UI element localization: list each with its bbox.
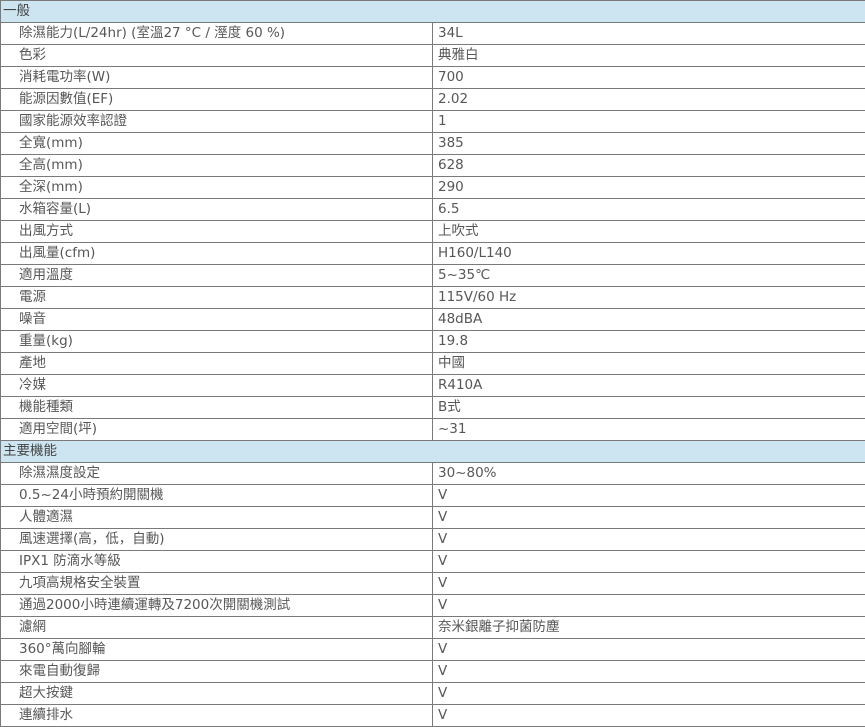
spec-label: 噪音 — [0, 308, 433, 331]
spec-value: R410A — [432, 374, 865, 397]
spec-table: 一般 除濕能力(L/24hr) (室溫27 °C / 溼度 60 %) 34L 色彩典… — [0, 0, 865, 727]
spec-label: 能源因數值(EF) — [0, 88, 433, 111]
spec-label: 連續排水 — [0, 704, 433, 727]
spec-row: 360°萬向腳輪 V — [0, 638, 865, 661]
spec-row: 產地 中國 — [0, 352, 865, 375]
spec-value: 6.5 — [432, 198, 865, 221]
spec-label: 機能種類 — [0, 396, 433, 419]
spec-value: 典雅白 — [432, 44, 865, 67]
spec-row: 濾網 奈米銀離子抑菌防塵 — [0, 616, 865, 639]
spec-row: 色彩 典雅白 — [0, 44, 865, 67]
spec-row: 除濕能力(L/24hr) (室溫27 °C / 溼度 60 %) 34L — [0, 22, 865, 45]
spec-value: 385 — [432, 132, 865, 155]
spec-label: 360°萬向腳輪 — [0, 638, 433, 661]
spec-row: 機能種類 B式 — [0, 396, 865, 419]
spec-value: 34L — [432, 22, 865, 45]
spec-value: B式 — [432, 396, 865, 419]
spec-row: 出風方式 上吹式 — [0, 220, 865, 243]
spec-label: 0.5~24小時預約開關機 — [0, 484, 433, 507]
spec-label: 濾網 — [0, 616, 433, 639]
spec-label: IPX1 防滴水等級 — [0, 550, 433, 573]
spec-row: 連續排水 V — [0, 704, 865, 727]
spec-label: 風速選擇(高，低，自動) — [0, 528, 433, 551]
spec-table-body: 一般 除濕能力(L/24hr) (室溫27 °C / 溼度 60 %) 34L 色彩典… — [0, 0, 865, 727]
spec-value: 115V/60 Hz — [432, 286, 865, 309]
spec-value: 628 — [432, 154, 865, 177]
spec-label: 來電自動復歸 — [0, 660, 433, 683]
spec-label: 消耗電功率(W) — [0, 66, 433, 89]
spec-label: 色彩 — [0, 44, 433, 67]
spec-value: V — [432, 704, 865, 727]
spec-row: 0.5~24小時預約開關機 V — [0, 484, 865, 507]
spec-row: 九項高規格安全裝置 V — [0, 572, 865, 595]
spec-value: 700 — [432, 66, 865, 89]
spec-label: 水箱容量(L) — [0, 198, 433, 221]
spec-label: 出風量(cfm) — [0, 242, 433, 265]
spec-value: 上吹式 — [432, 220, 865, 243]
spec-row: 人體適濕 V — [0, 506, 865, 529]
spec-value: V — [432, 484, 865, 507]
spec-label: 產地 — [0, 352, 433, 375]
spec-value: ~31 — [432, 418, 865, 441]
spec-row: 噪音 48dBA — [0, 308, 865, 331]
spec-value: V — [432, 660, 865, 683]
spec-row: 適用溫度 5~35℃ — [0, 264, 865, 287]
spec-row: 全深(mm) 290 — [0, 176, 865, 199]
spec-label: 國家能源效率認證 — [0, 110, 433, 133]
spec-value: V — [432, 506, 865, 529]
spec-label: 重量(kg) — [0, 330, 433, 353]
spec-row: IPX1 防滴水等級 V — [0, 550, 865, 573]
spec-label: 出風方式 — [0, 220, 433, 243]
spec-value: 5~35℃ — [432, 264, 865, 287]
section-title: 一般 — [0, 0, 865, 23]
spec-row: 除濕濕度設定 30~80% — [0, 462, 865, 485]
spec-row: 國家能源效率認證 1 — [0, 110, 865, 133]
spec-value: V — [432, 682, 865, 705]
spec-label: 全高(mm) — [0, 154, 433, 177]
spec-label: 除濕能力(L/24hr) (室溫27 °C / 溼度 60 %) — [0, 22, 433, 45]
spec-label: 全深(mm) — [0, 176, 433, 199]
section-title: 主要機能 — [0, 440, 865, 463]
spec-value: V — [432, 550, 865, 573]
spec-label: 除濕濕度設定 — [0, 462, 433, 485]
spec-label: 電源 — [0, 286, 433, 309]
spec-label: 通過2000小時連續運轉及7200次開關機測試 — [0, 594, 433, 617]
spec-row: 水箱容量(L) 6.5 — [0, 198, 865, 221]
spec-row: 全寬(mm) 385 — [0, 132, 865, 155]
spec-row: 電源 115V/60 Hz — [0, 286, 865, 309]
spec-row: 超大按鍵 V — [0, 682, 865, 705]
spec-row: 出風量(cfm) H160/L140 — [0, 242, 865, 265]
spec-label: 適用空間(坪) — [0, 418, 433, 441]
spec-value: V — [432, 594, 865, 617]
spec-row: 能源因數值(EF) 2.02 — [0, 88, 865, 111]
spec-label: 適用溫度 — [0, 264, 433, 287]
spec-value: 30~80% — [432, 462, 865, 485]
section-header-row: 主要機能 — [0, 440, 865, 463]
spec-value: 290 — [432, 176, 865, 199]
spec-label: 人體適濕 — [0, 506, 433, 529]
spec-value: 2.02 — [432, 88, 865, 111]
spec-value: V — [432, 528, 865, 551]
spec-label: 全寬(mm) — [0, 132, 433, 155]
spec-value: V — [432, 638, 865, 661]
spec-label: 冷媒 — [0, 374, 433, 397]
spec-value: 奈米銀離子抑菌防塵 — [432, 616, 865, 639]
spec-label: 超大按鍵 — [0, 682, 433, 705]
spec-value: 中國 — [432, 352, 865, 375]
section-header-row: 一般 — [0, 0, 865, 23]
spec-value: 19.8 — [432, 330, 865, 353]
spec-row: 重量(kg) 19.8 — [0, 330, 865, 353]
spec-row: 來電自動復歸 V — [0, 660, 865, 683]
spec-row: 全高(mm) 628 — [0, 154, 865, 177]
spec-row: 風速選擇(高，低，自動) V — [0, 528, 865, 551]
spec-label: 九項高規格安全裝置 — [0, 572, 433, 595]
spec-row: 通過2000小時連續運轉及7200次開關機測試 V — [0, 594, 865, 617]
spec-row: 冷媒 R410A — [0, 374, 865, 397]
spec-row: 適用空間(坪) ~31 — [0, 418, 865, 441]
spec-value: 48dBA — [432, 308, 865, 331]
spec-value: V — [432, 572, 865, 595]
spec-value: H160/L140 — [432, 242, 865, 265]
spec-value: 1 — [432, 110, 865, 133]
spec-row: 消耗電功率(W) 700 — [0, 66, 865, 89]
